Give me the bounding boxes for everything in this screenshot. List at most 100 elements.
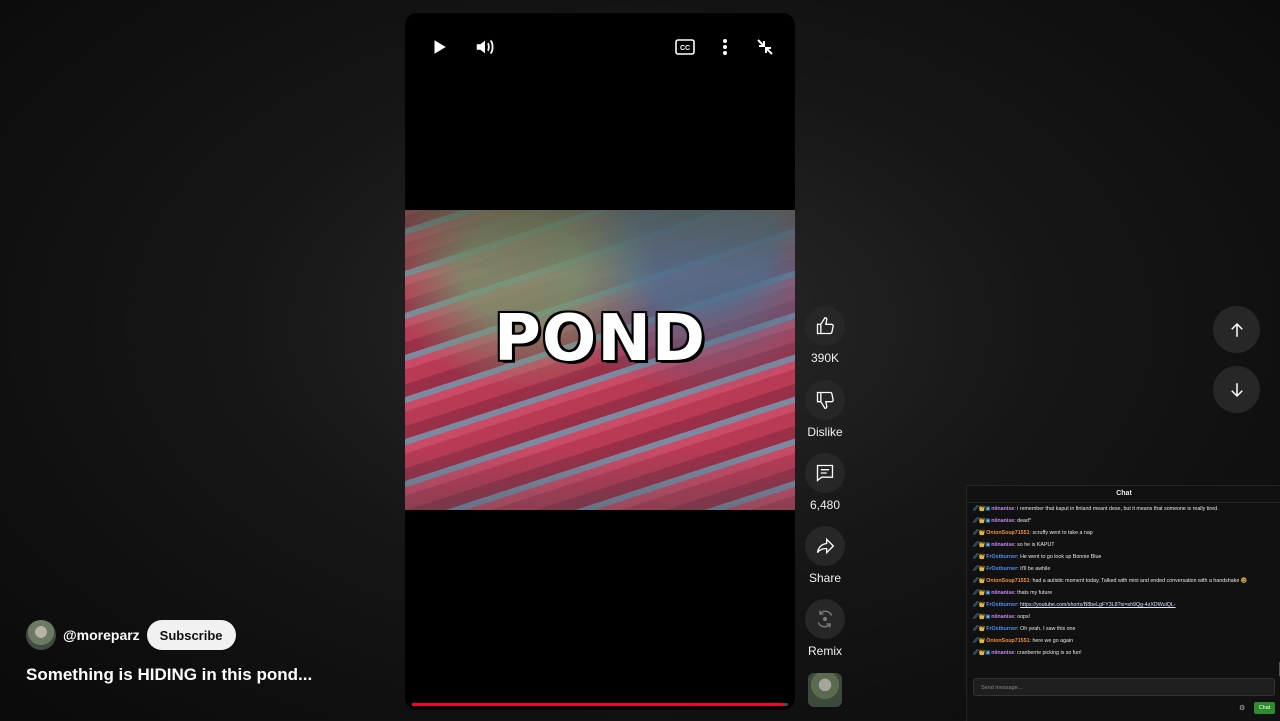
chat-username[interactable]: FrOstburner (986, 566, 1017, 572)
chat-username[interactable]: niinanise (991, 650, 1014, 656)
chat-username[interactable]: FrOstburner (986, 602, 1017, 608)
chat-message: 🖉👑FrOstburner: https://youtube.com/short… (973, 602, 1275, 609)
user-badges: 🖉👑▣ (973, 517, 991, 524)
remix-icon (817, 610, 833, 628)
video-player[interactable]: POND CC (405, 13, 795, 710)
arrow-up-icon (1230, 322, 1243, 337)
comment-icon (816, 464, 834, 482)
chat-message: 🖉👑▣niinanise: cranberrie picking is so f… (973, 650, 1275, 657)
user-badges: 🖉👑 (973, 529, 986, 536)
thumbs-down-icon (816, 391, 834, 410)
previous-video-button[interactable] (1213, 306, 1260, 353)
play-icon (434, 40, 446, 54)
share-icon (816, 537, 835, 555)
comments-count: 6,480 (809, 498, 841, 512)
arrow-down-icon (1230, 382, 1243, 397)
chat-message: 🖉👑▣niinanise: thats my future (973, 590, 1275, 597)
exit-fullscreen-icon (757, 39, 773, 55)
chat-username[interactable]: FrOstburner (986, 626, 1017, 632)
chat-message: 🖉👑OnionSoup71551: scruffy went to take a… (973, 530, 1275, 537)
chat-message-text: : i remember that kaput in finland meant… (1014, 506, 1219, 512)
chat-message: 🖉👑FrOstburner: It'll be awhile (973, 566, 1275, 573)
comments-button[interactable] (805, 453, 845, 493)
channel-info: @moreparz Subscribe (26, 620, 236, 650)
chat-username[interactable]: FrOstburner (986, 554, 1017, 560)
chat-message-text: : It'll be awhile (1017, 565, 1051, 572)
remix-label: Remix (807, 644, 842, 658)
volume-button[interactable] (471, 33, 499, 61)
chat-send-button[interactable]: Chat (1254, 702, 1275, 714)
dislike-button[interactable] (805, 380, 845, 420)
user-badges: 🖉👑 (973, 553, 986, 560)
chat-title: Chat (967, 486, 1280, 503)
video-frame: POND (405, 210, 795, 510)
like-action: 390K (804, 306, 846, 365)
user-badges: 🖉👑 (973, 601, 986, 608)
chat-message: 🖉👑FrOstburner: He went to go look up Bon… (973, 554, 1275, 561)
chat-message-text: : scruffy went to take a nap (1029, 529, 1093, 536)
user-badges: 🖉👑▣ (973, 649, 991, 656)
chat-message: 🖉👑▣niinanise: i remember that kaput in f… (973, 506, 1275, 513)
user-badges: 🖉👑 (973, 577, 986, 584)
chat-message: 🖉👑▣niinanise: dead* (973, 518, 1275, 525)
chat-username[interactable]: niinanise (991, 590, 1014, 596)
share-action: Share (804, 526, 846, 585)
captions-button[interactable]: CC (671, 33, 699, 61)
chat-username[interactable]: OnionSoup71551 (986, 638, 1029, 644)
remix-button[interactable] (805, 599, 845, 639)
chat-panel: Chat 🖉👑▣niinanise: i remember that kaput… (966, 485, 1280, 721)
chat-settings-icon[interactable]: ⚙ (1239, 704, 1245, 712)
user-badges: 🖉👑▣ (973, 613, 991, 620)
like-count: 390K (810, 351, 840, 365)
more-options-button[interactable] (711, 33, 739, 61)
chat-message-text: : He went to go look up Bonnie Blue (1017, 553, 1102, 560)
chat-username[interactable]: OnionSoup71551 (986, 578, 1029, 584)
chat-message-text: : dead* (1014, 517, 1032, 524)
chat-username[interactable]: niinanise (991, 518, 1014, 524)
captions-icon: CC (675, 39, 695, 55)
chat-message-text: : had a autistic moment today. Talked wi… (1029, 577, 1248, 584)
thumbs-up-icon (816, 316, 834, 335)
progress-fill (412, 703, 785, 706)
play-button[interactable] (425, 33, 453, 61)
chat-username[interactable]: niinanise (991, 542, 1014, 548)
exit-fullscreen-button[interactable] (751, 33, 779, 61)
chat-username[interactable]: OnionSoup71551 (986, 530, 1029, 536)
chat-message: 🖉👑▣niinanise: oops! (973, 614, 1275, 621)
more-vert-icon (723, 39, 727, 55)
chat-message-link[interactable]: https://youtube.com/shorts/B8beLgFY3L8?s… (1020, 602, 1176, 608)
dislike-action: Dislike (804, 380, 846, 439)
dislike-label: Dislike (807, 425, 843, 439)
like-button[interactable] (805, 306, 845, 346)
user-badges: 🖉👑 (973, 625, 986, 632)
share-label: Share (808, 571, 842, 585)
chat-message-text: : Oh yeah. I saw this one (1017, 625, 1076, 632)
subscribe-button[interactable]: Subscribe (146, 620, 236, 650)
chat-message-text: : here we go again (1029, 637, 1074, 644)
chat-message: 🖉👑FrOstburner: Oh yeah. I saw this one (973, 626, 1275, 633)
channel-avatar[interactable] (26, 620, 56, 650)
user-badges: 🖉👑▣ (973, 589, 991, 596)
chat-message-text: : so he is KAPUT (1014, 541, 1055, 548)
channel-handle[interactable]: @moreparz (63, 627, 140, 643)
remix-audio-thumbnail[interactable] (808, 673, 842, 707)
chat-input[interactable]: Send message... (973, 678, 1275, 696)
svg-text:CC: CC (680, 45, 690, 52)
video-title: Something is HIDING in this pond... (26, 665, 313, 684)
next-video-button[interactable] (1213, 366, 1260, 413)
video-overlay-text: POND (494, 302, 706, 376)
chat-message: 🖉👑OnionSoup71551: had a autistic moment … (973, 578, 1275, 585)
chat-message: 🖉👑▣niinanise: so he is KAPUT (973, 542, 1275, 549)
progress-bar[interactable] (412, 703, 788, 706)
chat-username[interactable]: niinanise (991, 506, 1014, 512)
chat-message-text: : oops! (1014, 613, 1031, 620)
user-badges: 🖉👑 (973, 637, 986, 644)
share-button[interactable] (805, 526, 845, 566)
user-badges: 🖉👑 (973, 565, 986, 572)
chat-username[interactable]: niinanise (991, 614, 1014, 620)
user-badges: 🖉👑▣ (973, 506, 991, 512)
chat-message: 🖉👑OnionSoup71551: here we go again (973, 638, 1275, 645)
volume-icon (476, 39, 494, 55)
user-badges: 🖉👑▣ (973, 541, 991, 548)
chat-message-text: : thats my future (1014, 589, 1053, 596)
